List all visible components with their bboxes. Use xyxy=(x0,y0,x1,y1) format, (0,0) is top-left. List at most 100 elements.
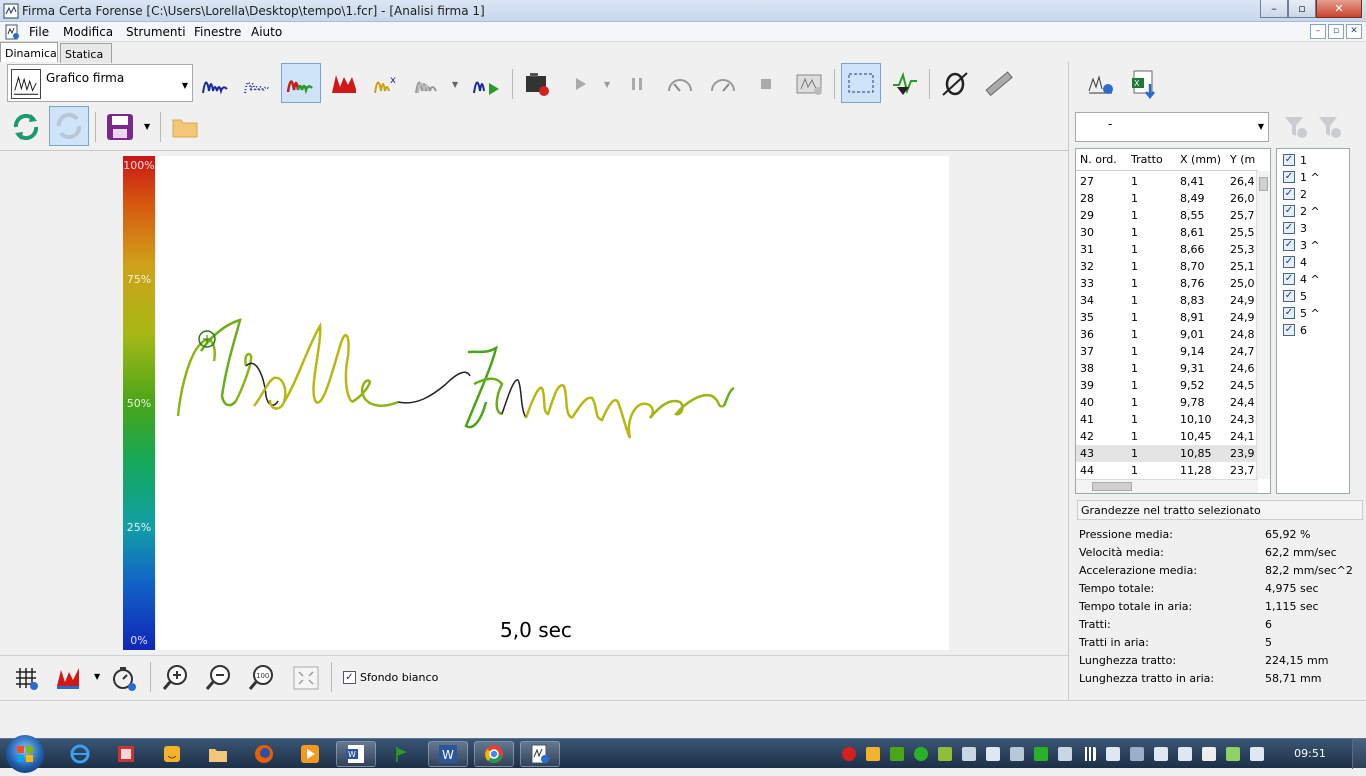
signature-points-button[interactable] xyxy=(238,64,278,104)
stop-button[interactable] xyxy=(746,64,786,104)
pause-button[interactable] xyxy=(617,64,657,104)
open-folder-button[interactable] xyxy=(165,107,205,147)
tray-app-icon[interactable] xyxy=(938,747,952,761)
table-row[interactable]: 39 1 9,52 24,5 xyxy=(1076,377,1256,394)
signature-canvas[interactable]: 5,0 sec xyxy=(156,156,949,650)
stroke-list-item[interactable]: ✓ 1 ^ xyxy=(1283,169,1320,185)
menu-aiuto[interactable]: Aiuto xyxy=(251,25,282,39)
table-row[interactable]: 27 1 8,41 26,4 xyxy=(1076,173,1256,190)
show-desktop-button[interactable] xyxy=(1352,739,1366,769)
save-button[interactable] xyxy=(100,107,140,147)
stroke-checkbox[interactable]: ✓ xyxy=(1283,188,1295,200)
taskbar-ie[interactable] xyxy=(60,741,100,767)
stroke-list-item[interactable]: ✓ 2 ^ xyxy=(1283,203,1320,219)
tray-security-icon[interactable] xyxy=(890,747,904,761)
timer-button[interactable] xyxy=(104,658,144,698)
document-icon[interactable] xyxy=(4,24,20,40)
table-row[interactable]: 43 1 10,85 23,9 xyxy=(1076,445,1256,462)
taskbar-app-flag[interactable] xyxy=(382,741,422,767)
signature-blue-button[interactable] xyxy=(196,64,236,104)
stroke-checkbox[interactable]: ✓ xyxy=(1283,171,1295,183)
record-button[interactable] xyxy=(517,64,557,104)
chevron-down-icon[interactable]: ▼ xyxy=(94,672,100,681)
film-button[interactable] xyxy=(789,64,829,104)
select-area-button[interactable] xyxy=(841,63,881,103)
taskbar-app-2[interactable] xyxy=(152,741,192,767)
start-button[interactable] xyxy=(6,735,44,773)
filter-stroke-button[interactable] xyxy=(884,64,924,104)
mdi-restore-button[interactable]: ▫ xyxy=(1328,24,1344,39)
points-table[interactable]: N. ord. Tratto X (mm) Y (m 27 1 8,41 26,4 28… xyxy=(1075,148,1271,494)
menu-finestre[interactable]: Finestre xyxy=(194,25,241,39)
stroke-checkbox[interactable]: ✓ xyxy=(1283,256,1295,268)
stroke-checklist[interactable]: ✓ 1 ✓ 1 ^ ✓ 2 ✓ 2 ^ ✓ 3 ✓ 3 ^ ✓ 4 ✓ 4 ^ ✓ 5 ✓ 5 ^ ✓ 6 xyxy=(1276,148,1350,494)
stroke-list-item[interactable]: ✓ 3 ^ xyxy=(1283,237,1320,253)
stroke-filter-combo[interactable]: - ▼ xyxy=(1075,112,1269,142)
pressure-view-button[interactable] xyxy=(48,658,88,698)
tray-network-icon[interactable] xyxy=(1106,747,1120,761)
horizontal-scrollbar[interactable] xyxy=(1076,479,1258,493)
tray-antivirus-icon[interactable] xyxy=(842,747,856,761)
volume-icon[interactable] xyxy=(1178,747,1192,761)
chart-type-combo[interactable]: Grafico firma ▼ xyxy=(7,64,193,102)
menu-strumenti[interactable]: Strumenti xyxy=(126,25,186,39)
ruler-button[interactable] xyxy=(978,64,1018,104)
tray-printer-icon[interactable] xyxy=(1130,747,1144,761)
stroke-list-item[interactable]: ✓ 4 xyxy=(1283,254,1307,270)
stroke-list-item[interactable]: ✓ 1 xyxy=(1283,152,1307,168)
tray-update-icon[interactable] xyxy=(914,747,928,761)
speed-fast-button[interactable] xyxy=(703,64,743,104)
tab-statica[interactable]: Statica xyxy=(60,43,112,63)
table-row[interactable]: 31 1 8,66 25,3 xyxy=(1076,241,1256,258)
grid-button[interactable] xyxy=(6,658,46,698)
scroll-thumb[interactable] xyxy=(1092,482,1132,491)
taskbar-explorer[interactable] xyxy=(198,741,238,767)
table-row[interactable]: 41 1 10,10 24,3 xyxy=(1076,411,1256,428)
stroke-checkbox[interactable]: ✓ xyxy=(1283,205,1295,217)
table-row[interactable]: 36 1 9,01 24,8 xyxy=(1076,326,1256,343)
mdi-minimize-button[interactable]: – xyxy=(1310,24,1326,39)
taskbar-firma-certa[interactable] xyxy=(520,741,560,767)
action-center-flag-icon[interactable] xyxy=(1250,747,1264,761)
signature-play-button[interactable] xyxy=(467,64,507,104)
table-row[interactable]: 30 1 8,61 25,5 xyxy=(1076,224,1256,241)
taskbar-word-1[interactable]: W xyxy=(336,741,376,767)
speed-slow-button[interactable] xyxy=(660,64,700,104)
chevron-down-icon[interactable]: ▼ xyxy=(604,80,610,89)
loop-button[interactable] xyxy=(935,64,975,104)
chevron-down-icon[interactable]: ▼ xyxy=(452,80,458,89)
close-button[interactable]: ✕ xyxy=(1316,0,1362,18)
tray-power-icon[interactable] xyxy=(1226,747,1240,761)
zoom-100-button[interactable]: 100 xyxy=(242,658,282,698)
stroke-list-item[interactable]: ✓ 5 ^ xyxy=(1283,305,1320,321)
signature-overlay-button[interactable] xyxy=(409,64,449,104)
tray-messenger-icon[interactable] xyxy=(866,747,880,761)
stroke-checkbox[interactable]: ✓ xyxy=(1283,324,1295,336)
menu-file[interactable]: File xyxy=(29,25,49,39)
signal-icon[interactable] xyxy=(1082,747,1096,761)
table-row[interactable]: 38 1 9,31 24,6 xyxy=(1076,360,1256,377)
add-filter-button[interactable] xyxy=(1283,114,1309,143)
stroke-checkbox[interactable]: ✓ xyxy=(1283,273,1295,285)
maximize-button[interactable]: ▫ xyxy=(1288,0,1316,18)
stroke-checkbox[interactable]: ✓ xyxy=(1283,239,1295,251)
table-row[interactable]: 32 1 8,70 25,1 xyxy=(1076,258,1256,275)
column-header[interactable]: Y (m xyxy=(1230,153,1258,166)
stroke-list-item[interactable]: ✓ 6 xyxy=(1283,322,1307,338)
table-row[interactable]: 29 1 8,55 25,7 xyxy=(1076,207,1256,224)
signature-pressure-button[interactable] xyxy=(281,63,321,103)
zoom-out-button[interactable] xyxy=(199,658,239,698)
stroke-list-item[interactable]: ✓ 4 ^ xyxy=(1283,271,1320,287)
tab-dinamica[interactable]: Dinamica xyxy=(0,42,58,62)
menu-modifica[interactable]: Modifica xyxy=(63,25,113,39)
taskbar-chrome[interactable] xyxy=(474,741,514,767)
stroke-checkbox[interactable]: ✓ xyxy=(1283,290,1295,302)
stroke-checkbox[interactable]: ✓ xyxy=(1283,222,1295,234)
tray-monitor-icon[interactable] xyxy=(962,747,976,761)
scroll-thumb[interactable] xyxy=(1259,177,1268,191)
taskbar-word-2[interactable]: W xyxy=(428,741,468,767)
chart-settings-button[interactable] xyxy=(1081,64,1121,104)
zoom-in-button[interactable] xyxy=(156,658,196,698)
table-row[interactable]: 35 1 8,91 24,9 xyxy=(1076,309,1256,326)
stroke-list-item[interactable]: ✓ 5 xyxy=(1283,288,1307,304)
